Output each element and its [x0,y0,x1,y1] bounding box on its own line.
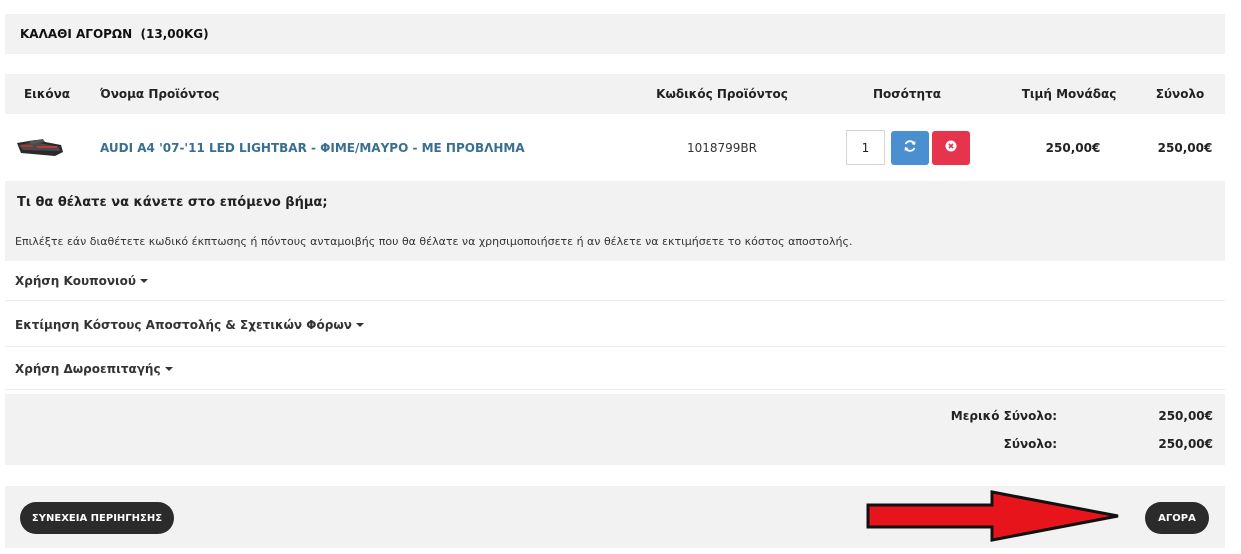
voucher-toggle-label: Χρήση Δωροεπιταγής [15,362,161,376]
next-step-description: Επιλέξτε εάν διαθέτετε κωδικό έκπτωσης ή… [15,235,853,248]
update-quantity-button[interactable] [891,130,929,165]
subtotal-value: 250,00€ [1158,409,1213,423]
refresh-icon [903,139,917,156]
header-quantity: Ποσότητα [873,87,941,101]
cart-header: ΚΑΛΑΘΙ ΑΓΟΡΩΝ (13,00KG) [5,14,1225,54]
continue-shopping-button[interactable]: ΣΥΝΕΧΕΙΑ ΠΕΡΙΗΓΗΣΗΣ [20,502,174,534]
product-name-link[interactable]: AUDI A4 '07-'11 LED LIGHTBAR - ΦΙΜΕ/ΜΑΥΡ… [100,114,525,181]
voucher-toggle[interactable]: Χρήση Δωροεπιταγής [15,362,173,376]
header-code: Κωδικός Προϊόντος [656,87,788,101]
accordion-shipping: Εκτίμηση Κόστους Αποστολής & Σχετικών Φό… [5,302,1225,347]
product-code: 1018799BR [686,140,758,155]
caret-down-icon [355,323,364,327]
table-row: AUDI A4 '07-'11 LED LIGHTBAR - ΦΙΜΕ/ΜΑΥΡ… [5,114,1225,181]
total-label: Σύνολο: [1003,437,1057,451]
unit-price: 250,00€ [1045,140,1101,155]
subtotal-label: Μερικό Σύνολο: [950,409,1057,423]
header-total: Σύνολο [1155,87,1205,101]
shipping-estimate-toggle-label: Εκτίμηση Κόστους Αποστολής & Σχετικών Φό… [15,318,352,332]
totals-section: Μερικό Σύνολο: 250,00€ Σύνολο: 250,00€ [5,394,1225,465]
header-image: Εικόνα [23,87,71,101]
caret-down-icon [140,279,149,283]
accordion-voucher: Χρήση Δωροεπιταγής [5,348,1225,390]
remove-item-button[interactable] [932,130,970,165]
caret-down-icon [164,367,173,371]
next-step-section: Τι θα θέλατε να κάνετε στο επόμενο βήμα;… [5,181,1225,261]
coupon-toggle[interactable]: Χρήση Κουπονιού [15,274,149,288]
row-total: 250,00€ [1157,140,1213,155]
product-thumbnail[interactable] [15,114,67,181]
header-name: Όνομα Προϊόντος [100,87,220,101]
quantity-controls [846,114,970,181]
close-circle-icon [945,140,957,155]
next-step-title: Τι θα θέλατε να κάνετε στο επόμενο βήμα; [17,195,328,210]
arrow-right-icon [866,490,1119,542]
cart-title: ΚΑΛΑΘΙ ΑΓΟΡΩΝ (13,00KG) [20,27,209,41]
quantity-input[interactable] [846,130,885,165]
total-value: 250,00€ [1158,437,1213,451]
coupon-toggle-label: Χρήση Κουπονιού [15,274,137,288]
accordion-coupon: Χρήση Κουπονιού [5,261,1225,301]
shipping-estimate-toggle[interactable]: Εκτίμηση Κόστους Αποστολής & Σχετικών Φό… [15,318,364,332]
cart-table-header: Εικόνα Όνομα Προϊόντος Κωδικός Προϊόντος… [5,74,1225,114]
header-unit-price: Τιμή Μονάδας [1021,87,1117,101]
checkout-button[interactable]: ΑΓΟΡΑ [1145,502,1209,534]
